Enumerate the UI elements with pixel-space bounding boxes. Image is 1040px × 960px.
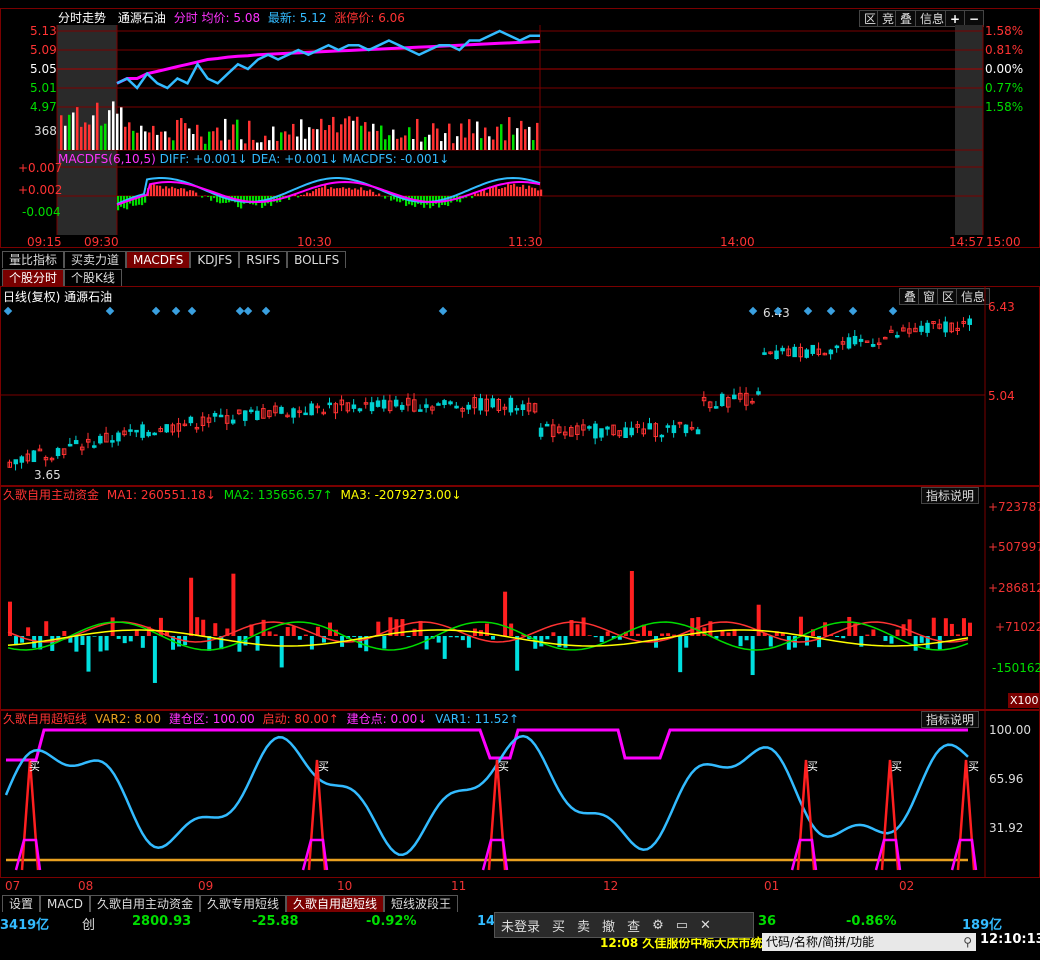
tab-fund[interactable]: 久歌自用主动资金: [90, 895, 200, 912]
cancel-order-button[interactable]: 撤: [596, 916, 621, 935]
buy-marker: 买: [29, 760, 40, 774]
buy-button[interactable]: 买: [546, 916, 571, 935]
buy-marker: 买: [807, 760, 818, 774]
buy-marker: 买: [498, 760, 509, 774]
window-icon[interactable]: ▭: [670, 918, 694, 933]
status-pct: -0.92%: [366, 914, 417, 929]
clock: 12:10:13: [980, 932, 1040, 947]
status-change: -25.88: [252, 914, 299, 929]
buy-marker: 买: [968, 760, 979, 774]
month-tick: 11: [451, 879, 466, 893]
status-turnover: 3419亿: [0, 914, 49, 933]
gear-icon[interactable]: ⚙: [646, 918, 670, 933]
tab-settings[interactable]: 设置: [2, 895, 40, 912]
status-board: 创: [82, 914, 95, 933]
month-tick: 12: [603, 879, 618, 893]
status-t1: 14: [477, 914, 495, 929]
buy-spike: [22, 760, 38, 870]
buy-spike: [489, 760, 505, 870]
search-placeholder: 代码/名称/简拼/功能: [766, 935, 874, 949]
trade-toolbar: 未登录 买 卖 撤 查 ⚙ ▭ ✕: [494, 912, 754, 938]
month-tick: 01: [764, 879, 779, 893]
formula-tabs: 设置 MACD 久歌自用主动资金 久歌专用短线 久歌自用超短线 短线波段王: [2, 895, 458, 912]
buy-spike: [882, 760, 898, 870]
buy-spike: [958, 760, 974, 870]
status-t2: 36: [758, 914, 776, 929]
month-tick: 09: [198, 879, 213, 893]
month-tick: 10: [337, 879, 352, 893]
login-status[interactable]: 未登录: [495, 916, 546, 935]
query-button[interactable]: 查: [621, 916, 646, 935]
short-zone-line: [6, 730, 968, 760]
tab-swing-king[interactable]: 短线波段王: [384, 895, 458, 912]
month-tick: 08: [78, 879, 93, 893]
status-index: 2800.93: [132, 914, 191, 929]
buy-marker: 买: [891, 760, 902, 774]
tab-short-special[interactable]: 久歌专用短线: [200, 895, 286, 912]
close-icon[interactable]: ✕: [694, 918, 717, 933]
search-input[interactable]: 代码/名称/简拼/功能 ⚲: [762, 933, 976, 951]
tab-short-term[interactable]: 久歌自用超短线: [286, 895, 384, 912]
month-tick: 07: [5, 879, 20, 893]
short-buy-spikes: [16, 760, 976, 870]
short-chart: [0, 0, 1040, 960]
status-pct2: -0.86%: [846, 914, 897, 929]
search-icon[interactable]: ⚲: [963, 933, 972, 951]
buy-spike: [309, 760, 325, 870]
status-amount2: 189亿: [962, 914, 1002, 933]
buy-marker: 买: [318, 760, 329, 774]
month-tick: 02: [899, 879, 914, 893]
tab-macd[interactable]: MACD: [40, 895, 90, 912]
sell-button[interactable]: 卖: [571, 916, 596, 935]
